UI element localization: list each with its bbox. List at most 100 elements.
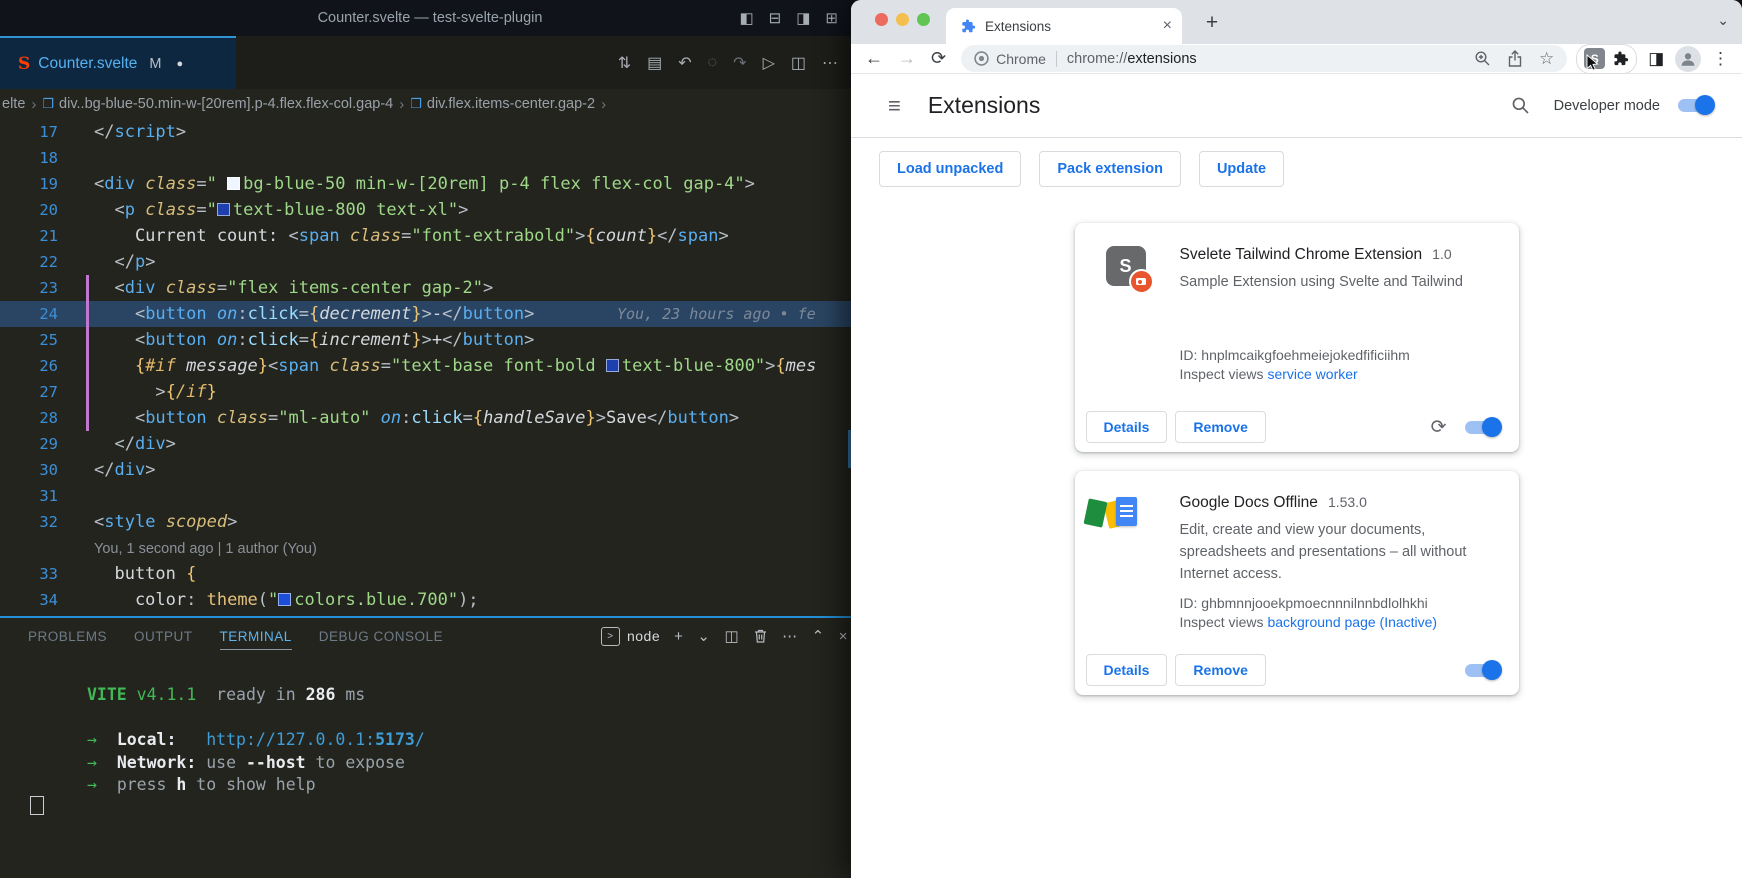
open-preview-icon[interactable]: ▤ (647, 53, 662, 73)
color-swatch[interactable] (606, 359, 619, 372)
code-line[interactable]: 21 Current count: <span class="font-extr… (0, 223, 860, 249)
terminal-cursor (30, 796, 44, 815)
code-line[interactable]: 31 (0, 483, 860, 509)
breadcrumb-item[interactable]: div.flex.items-center.gap-2 (427, 96, 595, 112)
panel-tab-problems[interactable]: PROBLEMS (28, 629, 107, 644)
details-button[interactable]: Details (1086, 411, 1168, 443)
editor-tab-counter-svelte[interactable]: S Counter.svelte M ● (0, 36, 236, 89)
chrome-tabstrip: Extensions × + ⌄ (851, 0, 1742, 44)
zoom-icon[interactable] (1474, 50, 1491, 67)
maximize-panel-icon[interactable]: ⌃ (812, 627, 825, 645)
new-tab-button[interactable]: + (1197, 8, 1227, 38)
background-page-link[interactable]: background page (Inactive) (1267, 614, 1437, 630)
update-button[interactable]: Update (1199, 151, 1284, 187)
layout-sidebar-right-icon[interactable]: ◨ (796, 9, 810, 27)
back-icon[interactable]: ← (865, 48, 883, 69)
navigate-forward-icon[interactable]: ↷ (733, 53, 746, 73)
code-line[interactable]: 27 >{/if} (0, 379, 860, 405)
extension-id: ID: ghbmnnjooekpmoecnnnilnnbdlolhkhi (1180, 595, 1499, 611)
pack-extension-button[interactable]: Pack extension (1039, 151, 1181, 187)
split-terminal-icon[interactable]: ◫ (724, 627, 739, 645)
tab-close-icon[interactable]: × (1163, 17, 1172, 35)
code-line[interactable]: 19<div class=" bg-blue-50 min-w-[20rem] … (0, 171, 860, 197)
extension-access-pill[interactable]: S (1576, 44, 1637, 74)
remove-button[interactable]: Remove (1175, 654, 1265, 686)
traffic-lights (875, 13, 930, 26)
color-swatch[interactable] (227, 177, 240, 190)
code-line[interactable]: 29 </div> (0, 431, 860, 457)
kill-terminal-icon[interactable] (753, 628, 768, 644)
load-unpacked-button[interactable]: Load unpacked (879, 151, 1021, 187)
details-button[interactable]: Details (1086, 654, 1168, 686)
compare-changes-icon[interactable]: ⇅ (618, 53, 631, 73)
hamburger-menu-icon[interactable]: ≡ (888, 93, 901, 119)
forward-icon[interactable]: → (898, 48, 916, 69)
close-panel-icon[interactable]: × (839, 628, 848, 645)
extensions-puzzle-icon[interactable] (1612, 50, 1629, 67)
terminal-shell-label[interactable]: node (627, 628, 660, 644)
code-line[interactable]: 17</script> (0, 119, 860, 145)
code-line[interactable]: 25 <button on:click={increment}>+</butto… (0, 327, 860, 353)
panel-more-icon[interactable]: ⋯ (782, 627, 798, 645)
color-swatch[interactable] (217, 203, 230, 216)
tab-search-chevron-icon[interactable]: ⌄ (1717, 12, 1729, 29)
code-line[interactable]: 28 <button class="ml-auto" on:click={han… (0, 405, 860, 431)
close-window-button[interactable] (875, 13, 888, 26)
browser-tab-extensions[interactable]: Extensions × (946, 8, 1182, 44)
terminal-icon[interactable]: > (601, 627, 620, 646)
panel-tab-debug-console[interactable]: DEBUG CONSOLE (319, 629, 443, 644)
browser-menu-icon[interactable]: ⋮ (1712, 49, 1730, 69)
share-icon[interactable] (1507, 50, 1523, 67)
vscode-titlebar: Counter.svelte — test-svelte-plugin ◧ ⊟ … (0, 0, 860, 36)
color-swatch[interactable] (278, 593, 291, 606)
panel-tab-terminal[interactable]: TERMINAL (220, 629, 292, 650)
breadcrumb-item[interactable]: div..bg-blue-50.min-w-[20rem].p-4.flex.f… (59, 96, 393, 112)
code-line[interactable]: 22 </p> (0, 249, 860, 275)
search-icon[interactable] (1511, 96, 1530, 115)
code-line[interactable]: 20 <p class="text-blue-800 text-xl"> (0, 197, 860, 223)
customize-layout-icon[interactable]: ⊞ (825, 9, 838, 27)
extension-version: 1.0 (1432, 246, 1451, 262)
more-actions-icon[interactable]: ⋯ (822, 53, 838, 73)
extension-id: ID: hnplmcaikgfoehmeiejokedfificiihm (1180, 347, 1499, 363)
terminal-output[interactable]: VITE v4.1.1 ready in 286 ms→ Local: http… (0, 684, 860, 797)
inspect-views: Inspect views service worker (1180, 366, 1499, 382)
breadcrumb-item[interactable]: elte (2, 96, 25, 112)
code-editor[interactable]: 17</script>1819<div class=" bg-blue-50 m… (0, 119, 860, 616)
navigate-back-icon[interactable]: ↶ (678, 53, 691, 73)
address-bar[interactable]: Chrome chrome://extensions ☆ (961, 45, 1567, 72)
run-icon[interactable]: ▷ (763, 53, 775, 73)
extension-card-google-docs-offline: Google Docs Offline 1.53.0 Edit, create … (1075, 471, 1519, 695)
developer-mode-toggle[interactable] (1678, 99, 1712, 112)
sync-icon[interactable]: ◌ (708, 54, 718, 72)
extension-enabled-toggle[interactable] (1465, 664, 1499, 677)
git-blame-inline: You, 23 hours ago • fe (617, 301, 816, 327)
terminal-dropdown-icon[interactable]: ⌄ (697, 627, 710, 645)
remove-button[interactable]: Remove (1175, 411, 1265, 443)
code-line[interactable]: 18 (0, 145, 860, 171)
layout-sidebar-icon[interactable]: ◧ (739, 9, 753, 27)
code-line[interactable]: 26 {#if message}<span class="text-base f… (0, 353, 860, 379)
extension-icon-s: S (1106, 246, 1146, 286)
bookmark-star-icon[interactable]: ☆ (1539, 49, 1554, 69)
extension-enabled-toggle[interactable] (1465, 421, 1499, 434)
code-line[interactable]: 32<style scoped> (0, 509, 860, 535)
new-terminal-icon[interactable]: + (674, 628, 683, 645)
split-editor-icon[interactable]: ◫ (791, 53, 806, 73)
code-line[interactable]: 33 button { (0, 561, 860, 587)
profile-avatar[interactable] (1675, 46, 1701, 72)
service-worker-link[interactable]: service worker (1267, 366, 1357, 382)
code-line[interactable]: You, 1 second ago | 1 author (You) (0, 535, 860, 561)
code-line[interactable]: 30</div> (0, 457, 860, 483)
minimize-window-button[interactable] (896, 13, 909, 26)
zoom-window-button[interactable] (917, 13, 930, 26)
layout-panel-icon[interactable]: ⊟ (769, 9, 782, 27)
panel-tab-output[interactable]: OUTPUT (134, 629, 193, 644)
code-line[interactable]: 34 color: theme("colors.blue.700"); (0, 587, 860, 613)
code-line[interactable]: 23 <div class="flex items-center gap-2"> (0, 275, 860, 301)
reload-icon[interactable]: ⟳ (931, 48, 946, 69)
reload-extension-icon[interactable]: ⟳ (1431, 416, 1447, 439)
side-panel-icon[interactable]: ◨ (1648, 49, 1664, 69)
breadcrumb[interactable]: elte›❒div..bg-blue-50.min-w-[20rem].p-4.… (0, 89, 860, 119)
code-line[interactable]: 24 <button on:click={decrement}>-</butto… (0, 301, 860, 327)
